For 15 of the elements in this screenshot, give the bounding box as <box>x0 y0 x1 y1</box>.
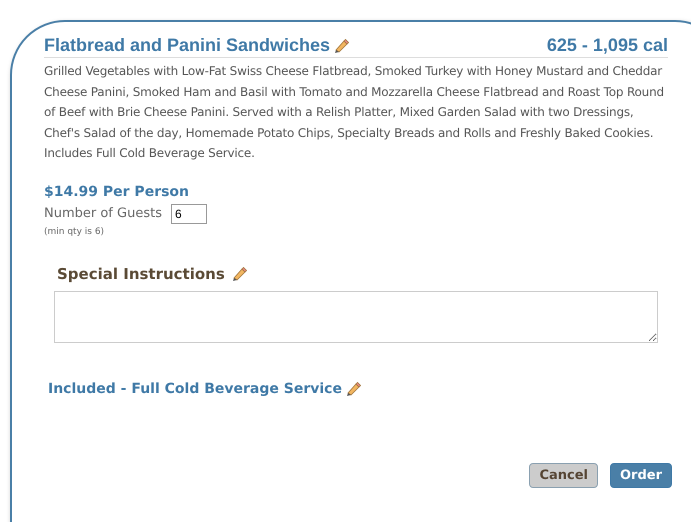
order-button[interactable]: Order <box>610 462 672 488</box>
guests-label: Number of Guests <box>44 206 162 221</box>
pencil-icon <box>344 380 361 396</box>
guests-input[interactable]: 6 <box>170 204 207 224</box>
item-description: Grilled Vegetables with Low-Fat Swiss Cheese Flatbread, Smoked Turkey with Honey Mustard and Cheddar Cheese Panini, Smoked Ham and Basil with Tomato and Mozzarella Cheese Flatbread and Roast Top Round of Beef with Brie Cheese Panini. Served with a Relish Platter, Mixed Garden Salad with two Dressings, Chef's Salad of the day, Homemade Potato Chips, Specialty Breads and Rolls and Freshly Baked Cookies. Includes Full Cold Beverage Service. <box>44 63 665 162</box>
special-instructions-label: Special Instructions <box>57 264 225 282</box>
pencil-icon <box>333 38 350 54</box>
pencil-icon <box>230 266 247 282</box>
min-qty-note: (min qty is 6) <box>44 226 106 236</box>
calorie-range: 625 - 1,095 cal <box>546 35 668 56</box>
item-title: Flatbread and Panini Sandwiches <box>44 35 330 56</box>
cancel-button[interactable]: Cancel <box>529 462 598 488</box>
instructions-textarea[interactable] <box>54 290 658 342</box>
price-per-person: $14.99 Per Person <box>44 184 190 200</box>
included-beverage-heading: Included - Full Cold Beverage Service <box>48 380 342 396</box>
